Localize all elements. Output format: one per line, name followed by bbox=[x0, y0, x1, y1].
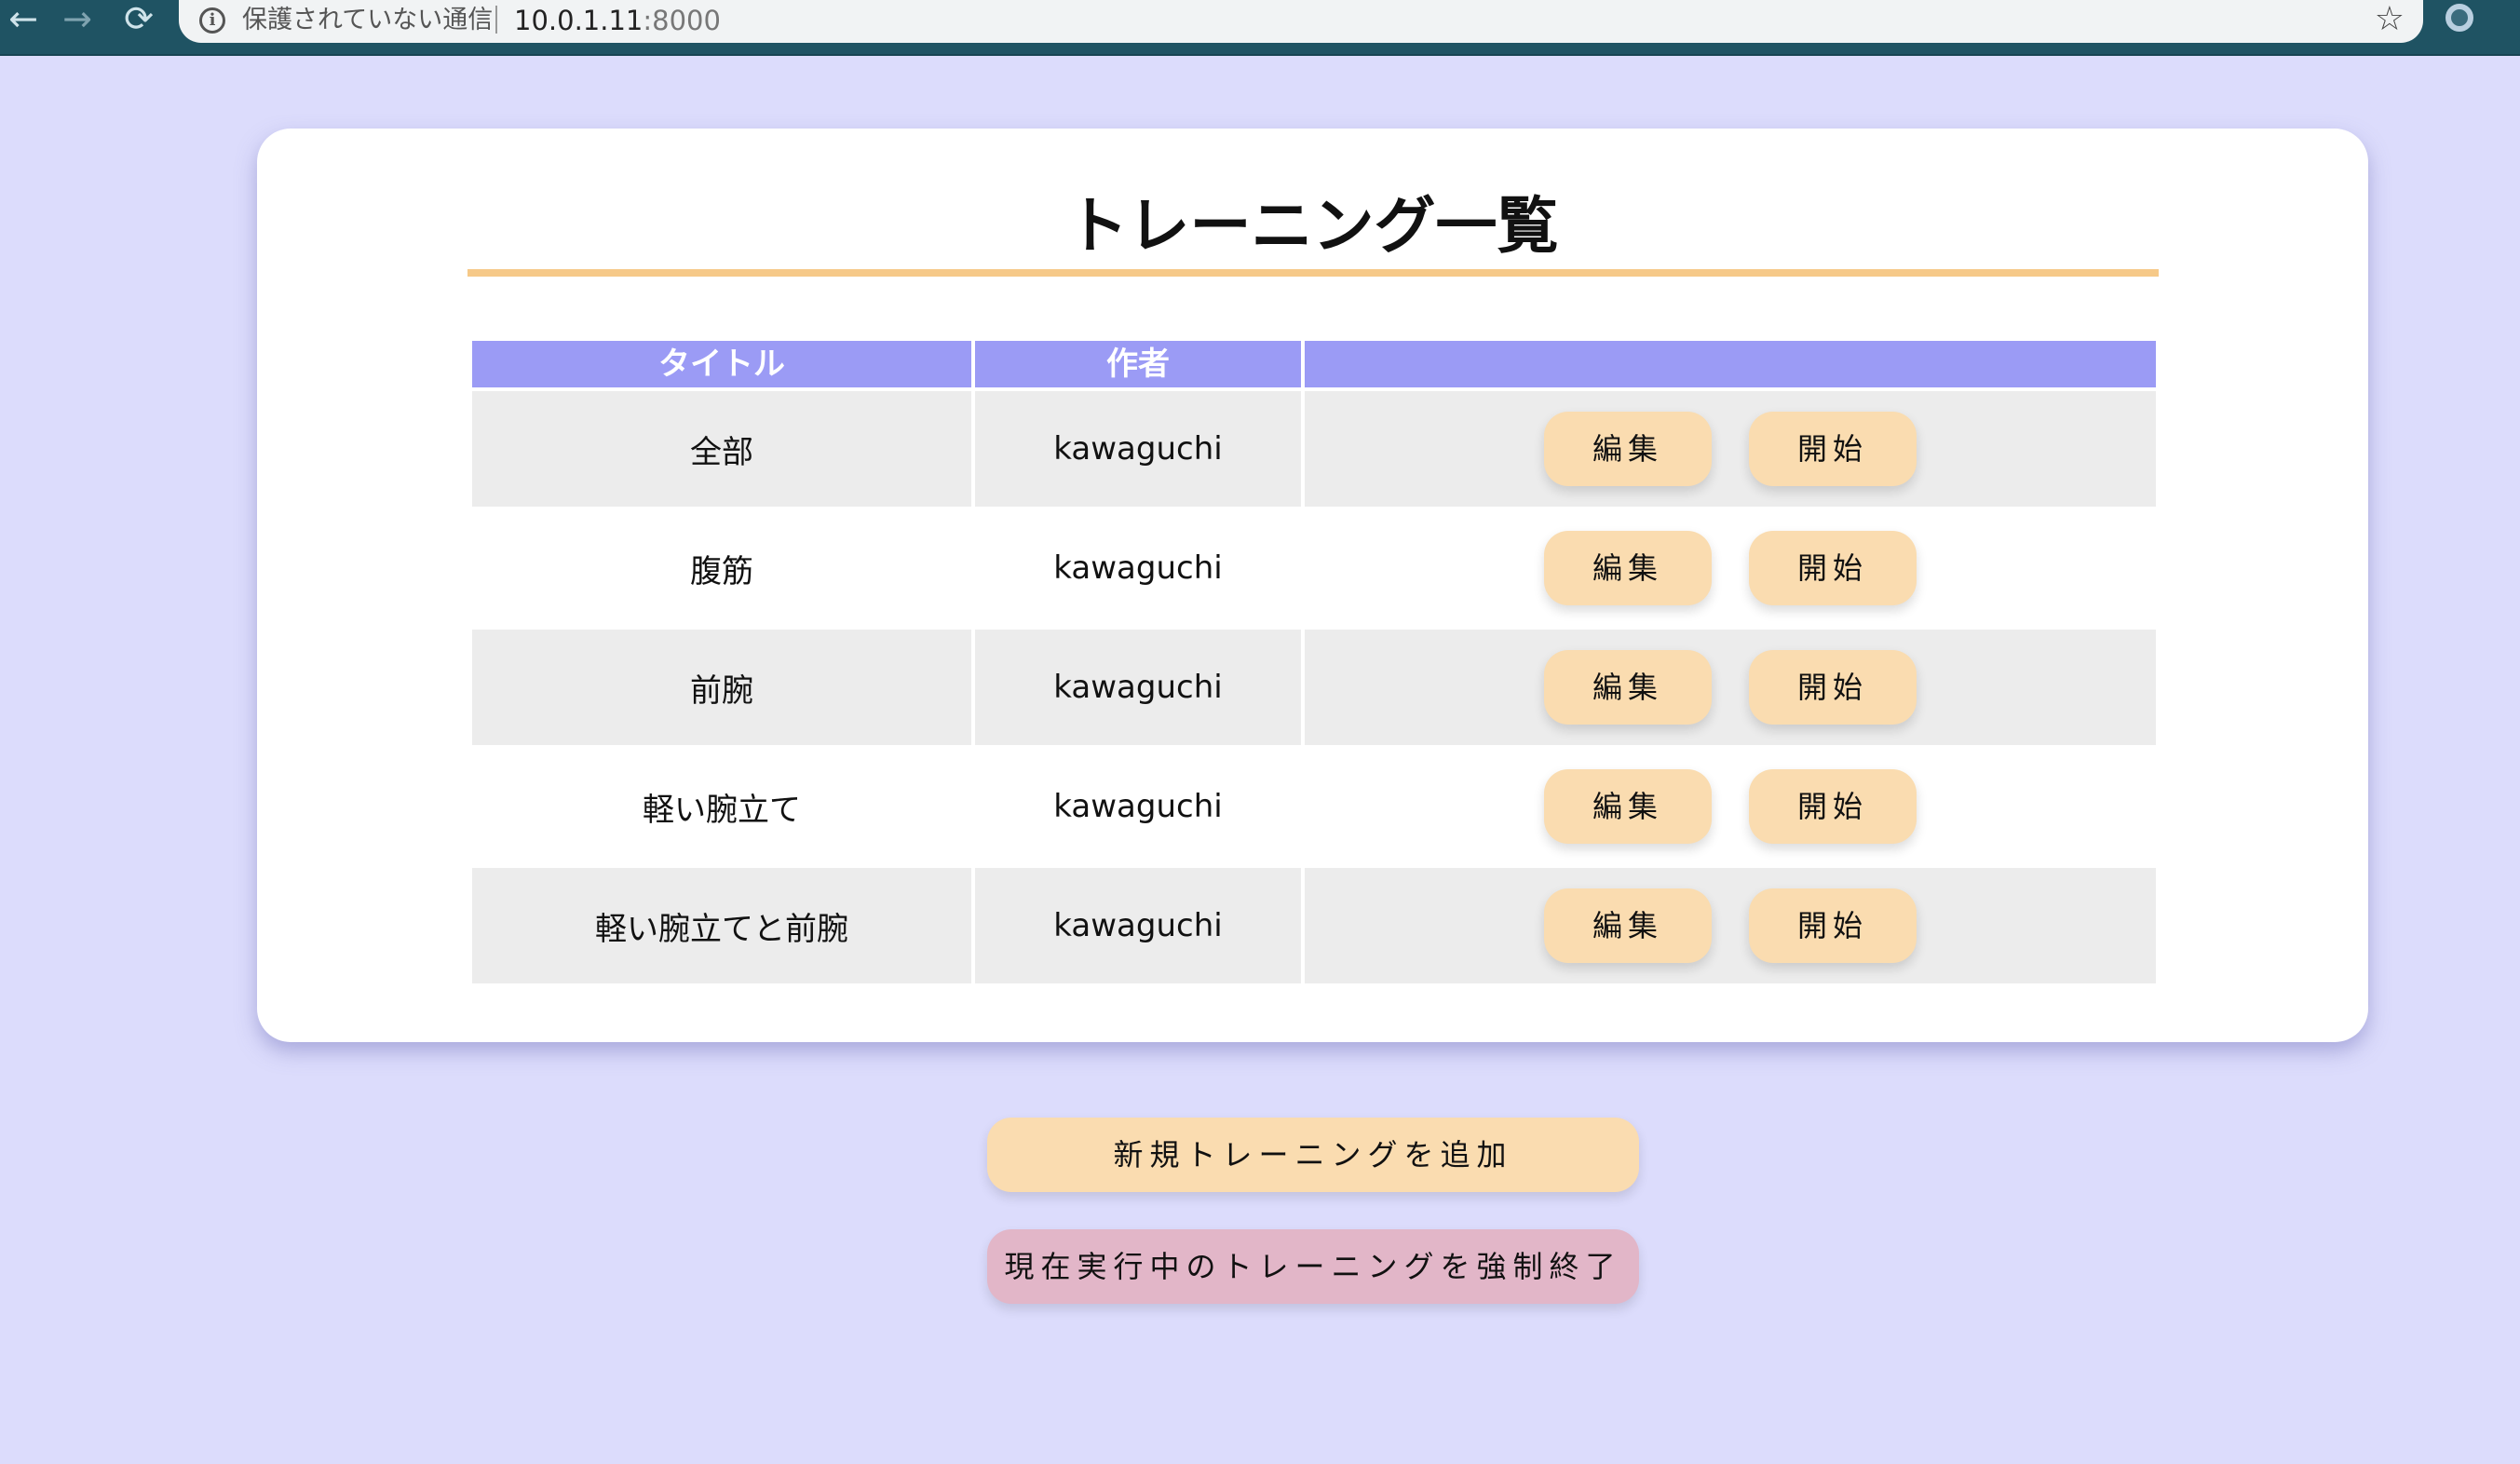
start-button[interactable]: 開始 bbox=[1749, 888, 1917, 963]
training-list-card: トレーニング一覧 タイトル 作者 全部 kawaguchi 編集 開始 腹筋 k… bbox=[257, 129, 2368, 1042]
edit-button[interactable]: 編集 bbox=[1544, 888, 1712, 963]
column-header-actions bbox=[1305, 341, 2156, 387]
page-title: トレーニング一覧 bbox=[1066, 190, 1559, 262]
add-training-button[interactable]: 新規トレーニングを追加 bbox=[987, 1118, 1639, 1192]
table-header-row: タイトル 作者 bbox=[472, 341, 2156, 387]
training-title: 全部 bbox=[472, 391, 971, 507]
table-row: 軽い腕立てと前腕 kawaguchi 編集 開始 bbox=[472, 868, 2156, 983]
url-port: :8000 bbox=[643, 5, 721, 36]
column-header-author: 作者 bbox=[975, 341, 1301, 387]
title-underline bbox=[467, 269, 2159, 277]
edit-button[interactable]: 編集 bbox=[1544, 769, 1712, 844]
bookmark-star-icon[interactable]: ☆ bbox=[2375, 0, 2405, 39]
edit-button[interactable]: 編集 bbox=[1544, 650, 1712, 725]
table-row: 腹筋 kawaguchi 編集 開始 bbox=[472, 510, 2156, 626]
training-table: タイトル 作者 全部 kawaguchi 編集 開始 腹筋 kawaguchi 編… bbox=[468, 337, 2160, 987]
training-title: 軽い腕立て bbox=[472, 749, 971, 864]
reload-icon[interactable]: ⟳ bbox=[115, 0, 162, 41]
address-divider bbox=[495, 6, 497, 34]
url-host: 10.0.1.11 bbox=[514, 5, 644, 36]
info-icon[interactable]: i bbox=[199, 7, 225, 34]
start-button[interactable]: 開始 bbox=[1749, 650, 1917, 725]
address-bar[interactable]: i 保護されていない通信 10.0.1.11:8000 ☆ bbox=[179, 0, 2423, 43]
edit-button[interactable]: 編集 bbox=[1544, 531, 1712, 605]
security-status: 保護されていない通信 bbox=[242, 6, 494, 34]
forward-arrow-icon[interactable]: → bbox=[54, 0, 101, 41]
extension-icon[interactable] bbox=[2445, 4, 2473, 32]
row-actions: 編集 開始 bbox=[1305, 749, 2156, 864]
row-actions: 編集 開始 bbox=[1305, 868, 2156, 983]
back-arrow-icon[interactable]: ← bbox=[0, 0, 47, 41]
training-author: kawaguchi bbox=[975, 630, 1301, 745]
url-text[interactable]: 10.0.1.11:8000 bbox=[514, 4, 721, 37]
training-author: kawaguchi bbox=[975, 868, 1301, 983]
table-row: 全部 kawaguchi 編集 開始 bbox=[472, 391, 2156, 507]
table-row: 前腕 kawaguchi 編集 開始 bbox=[472, 630, 2156, 745]
start-button[interactable]: 開始 bbox=[1749, 531, 1917, 605]
training-title: 前腕 bbox=[472, 630, 971, 745]
browser-toolbar: ← → ⟳ i 保護されていない通信 10.0.1.11:8000 ☆ bbox=[0, 0, 2520, 56]
row-actions: 編集 開始 bbox=[1305, 630, 2156, 745]
training-author: kawaguchi bbox=[975, 749, 1301, 864]
training-title: 腹筋 bbox=[472, 510, 971, 626]
start-button[interactable]: 開始 bbox=[1749, 769, 1917, 844]
force-stop-button[interactable]: 現在実行中のトレーニングを強制終了 bbox=[987, 1229, 1639, 1304]
start-button[interactable]: 開始 bbox=[1749, 412, 1917, 486]
table-row: 軽い腕立て kawaguchi 編集 開始 bbox=[472, 749, 2156, 864]
row-actions: 編集 開始 bbox=[1305, 391, 2156, 507]
training-title: 軽い腕立てと前腕 bbox=[472, 868, 971, 983]
training-author: kawaguchi bbox=[975, 510, 1301, 626]
edit-button[interactable]: 編集 bbox=[1544, 412, 1712, 486]
row-actions: 編集 開始 bbox=[1305, 510, 2156, 626]
column-header-title: タイトル bbox=[472, 341, 971, 387]
training-author: kawaguchi bbox=[975, 391, 1301, 507]
